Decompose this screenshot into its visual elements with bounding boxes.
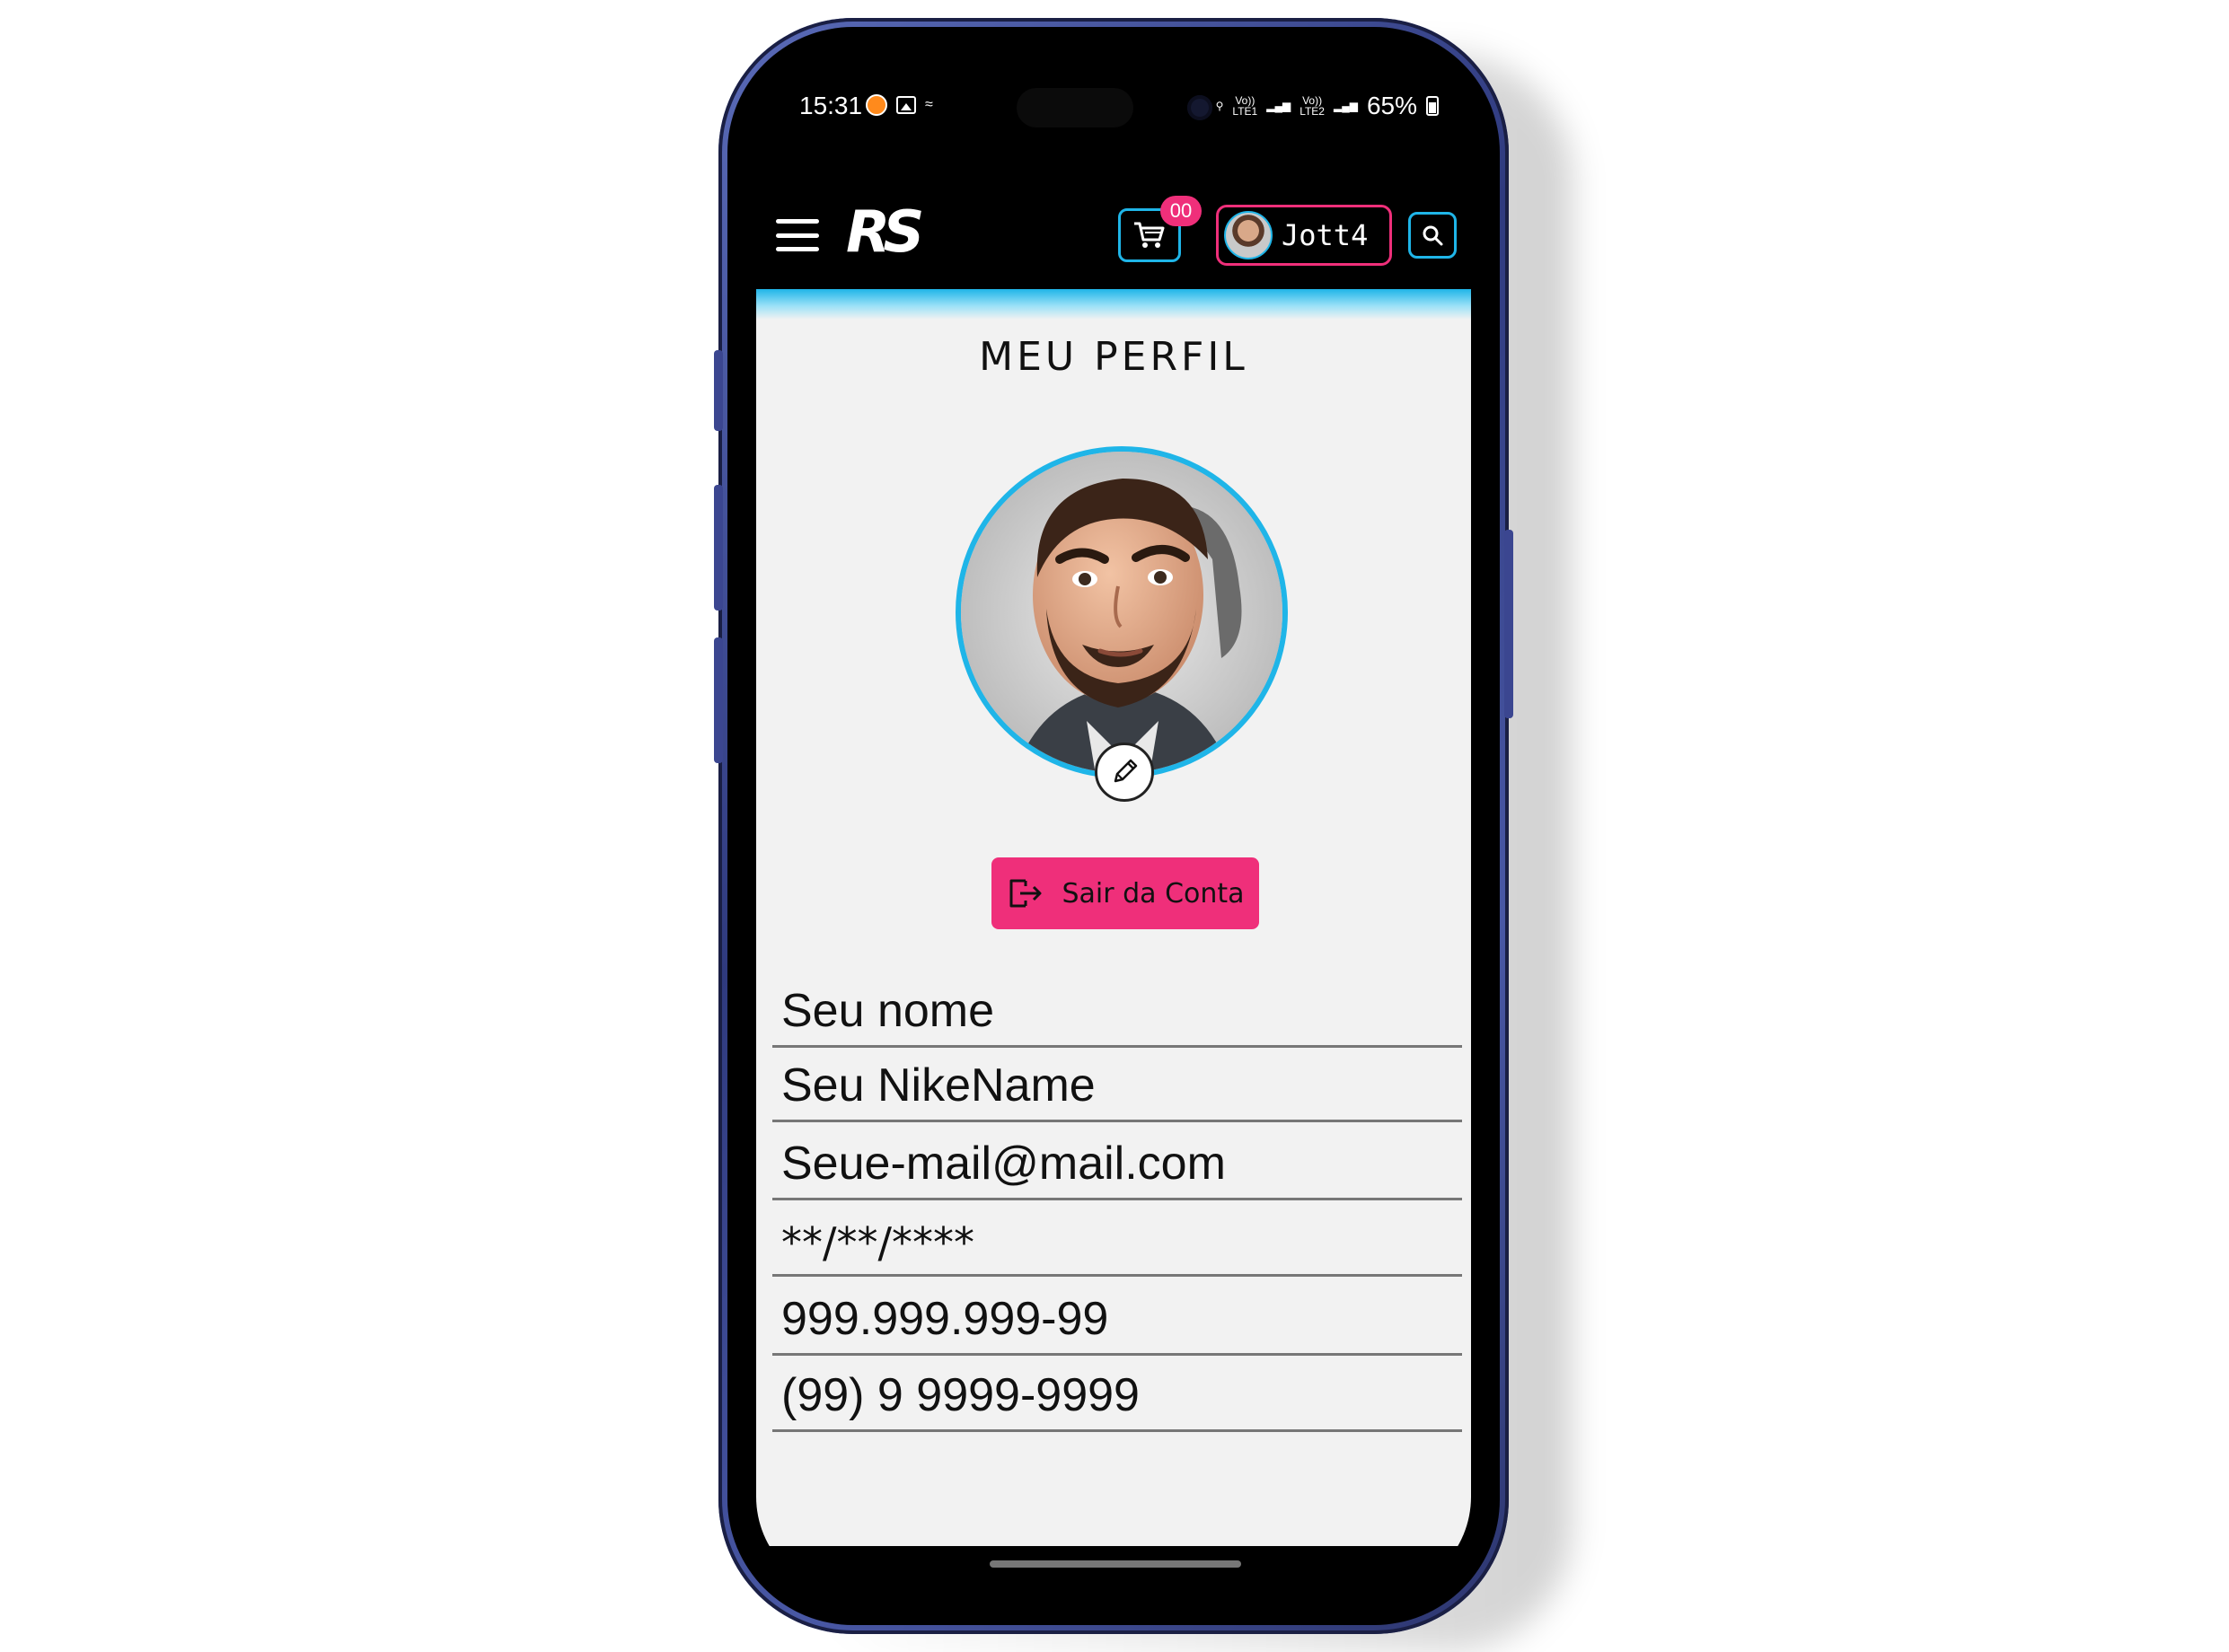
app-notification-icon <box>866 94 887 116</box>
activity-icon: ≈ <box>925 97 933 112</box>
avatar-illustration <box>961 452 1282 773</box>
nickname-field[interactable]: Seu NikeName <box>772 1041 1462 1122</box>
user-name: Jott4 <box>1282 218 1369 252</box>
volume-down-button <box>714 637 723 763</box>
volume-up-button <box>714 485 723 611</box>
cart-count-badge: 00 <box>1160 196 1202 226</box>
status-time: 15:31 <box>799 92 863 119</box>
battery-icon <box>1426 96 1439 116</box>
menu-icon[interactable] <box>776 219 819 251</box>
phone-field[interactable]: (99) 9 9999-9999 <box>772 1351 1462 1432</box>
system-icons: ⚲ Vo)) LTE1 ▂▄▆ Vo)) LTE2 ▂▄▆ 65% <box>1216 92 1439 120</box>
header-glow <box>756 289 1471 320</box>
edit-avatar-button[interactable] <box>1095 743 1154 802</box>
logout-button[interactable]: Sair da Conta <box>991 857 1259 929</box>
profile-page: MEU PERFIL Sair da Conta Seu nome Seu Ni… <box>756 289 1471 1546</box>
battery-percent: 65% <box>1366 92 1417 119</box>
cpf-field[interactable]: 999.999.999-99 <box>772 1275 1462 1356</box>
phone-screen: 15:31 ≈ ⚲ Vo)) LTE1 ▂▄▆ Vo)) LTE2 ▂▄▆ 65… <box>756 56 1471 1595</box>
gallery-icon <box>896 96 916 114</box>
logout-icon <box>1009 879 1042 908</box>
signal-icon-sim2: Vo)) LTE2 <box>1300 94 1325 118</box>
signal-bars-icon: ▂▄▆ <box>1266 100 1291 112</box>
search-button[interactable] <box>1408 212 1457 259</box>
birthdate-field-value: **/**/**** <box>781 1218 974 1267</box>
name-field-value: Seu nome <box>781 985 995 1037</box>
notification-icons: ≈ <box>866 94 945 116</box>
cpf-field-value: 999.999.999-99 <box>781 1293 1109 1345</box>
signal-icon-sim1: Vo)) LTE1 <box>1232 94 1258 118</box>
birthdate-field[interactable]: **/**/**** <box>772 1196 1462 1277</box>
email-field-value: Seue-mail@mail.com <box>781 1138 1226 1190</box>
status-bar: 15:31 ≈ ⚲ Vo)) LTE1 ▂▄▆ Vo)) LTE2 ▂▄▆ 65… <box>756 56 1471 163</box>
name-field[interactable]: Seu nome <box>772 967 1462 1048</box>
nickname-field-value: Seu NikeName <box>781 1059 1096 1112</box>
wifi-calling-icon: ⚲ <box>1215 100 1224 112</box>
user-avatar <box>1224 211 1273 259</box>
signal-bars-icon-2: ▂▄▆ <box>1333 100 1358 112</box>
front-camera-icon <box>1187 95 1212 120</box>
logout-label: Sair da Conta <box>1062 877 1245 909</box>
cart-icon <box>1134 222 1165 248</box>
phone-field-value: (99) 9 9999-9999 <box>781 1369 1140 1421</box>
app-header: RS 00 Jott4 <box>756 163 1471 289</box>
pencil-icon <box>1114 759 1138 783</box>
app-logo[interactable]: RS <box>846 199 924 266</box>
search-icon <box>1423 225 1443 246</box>
action-button <box>714 350 723 431</box>
camera-notch <box>1017 88 1133 127</box>
page-title: MEU PERFIL <box>979 334 1248 380</box>
email-field[interactable]: Seue-mail@mail.com <box>772 1120 1462 1200</box>
power-button <box>1504 530 1513 718</box>
user-profile-chip[interactable]: Jott4 <box>1216 205 1392 266</box>
profile-avatar[interactable] <box>956 446 1288 778</box>
home-indicator[interactable] <box>990 1560 1241 1568</box>
